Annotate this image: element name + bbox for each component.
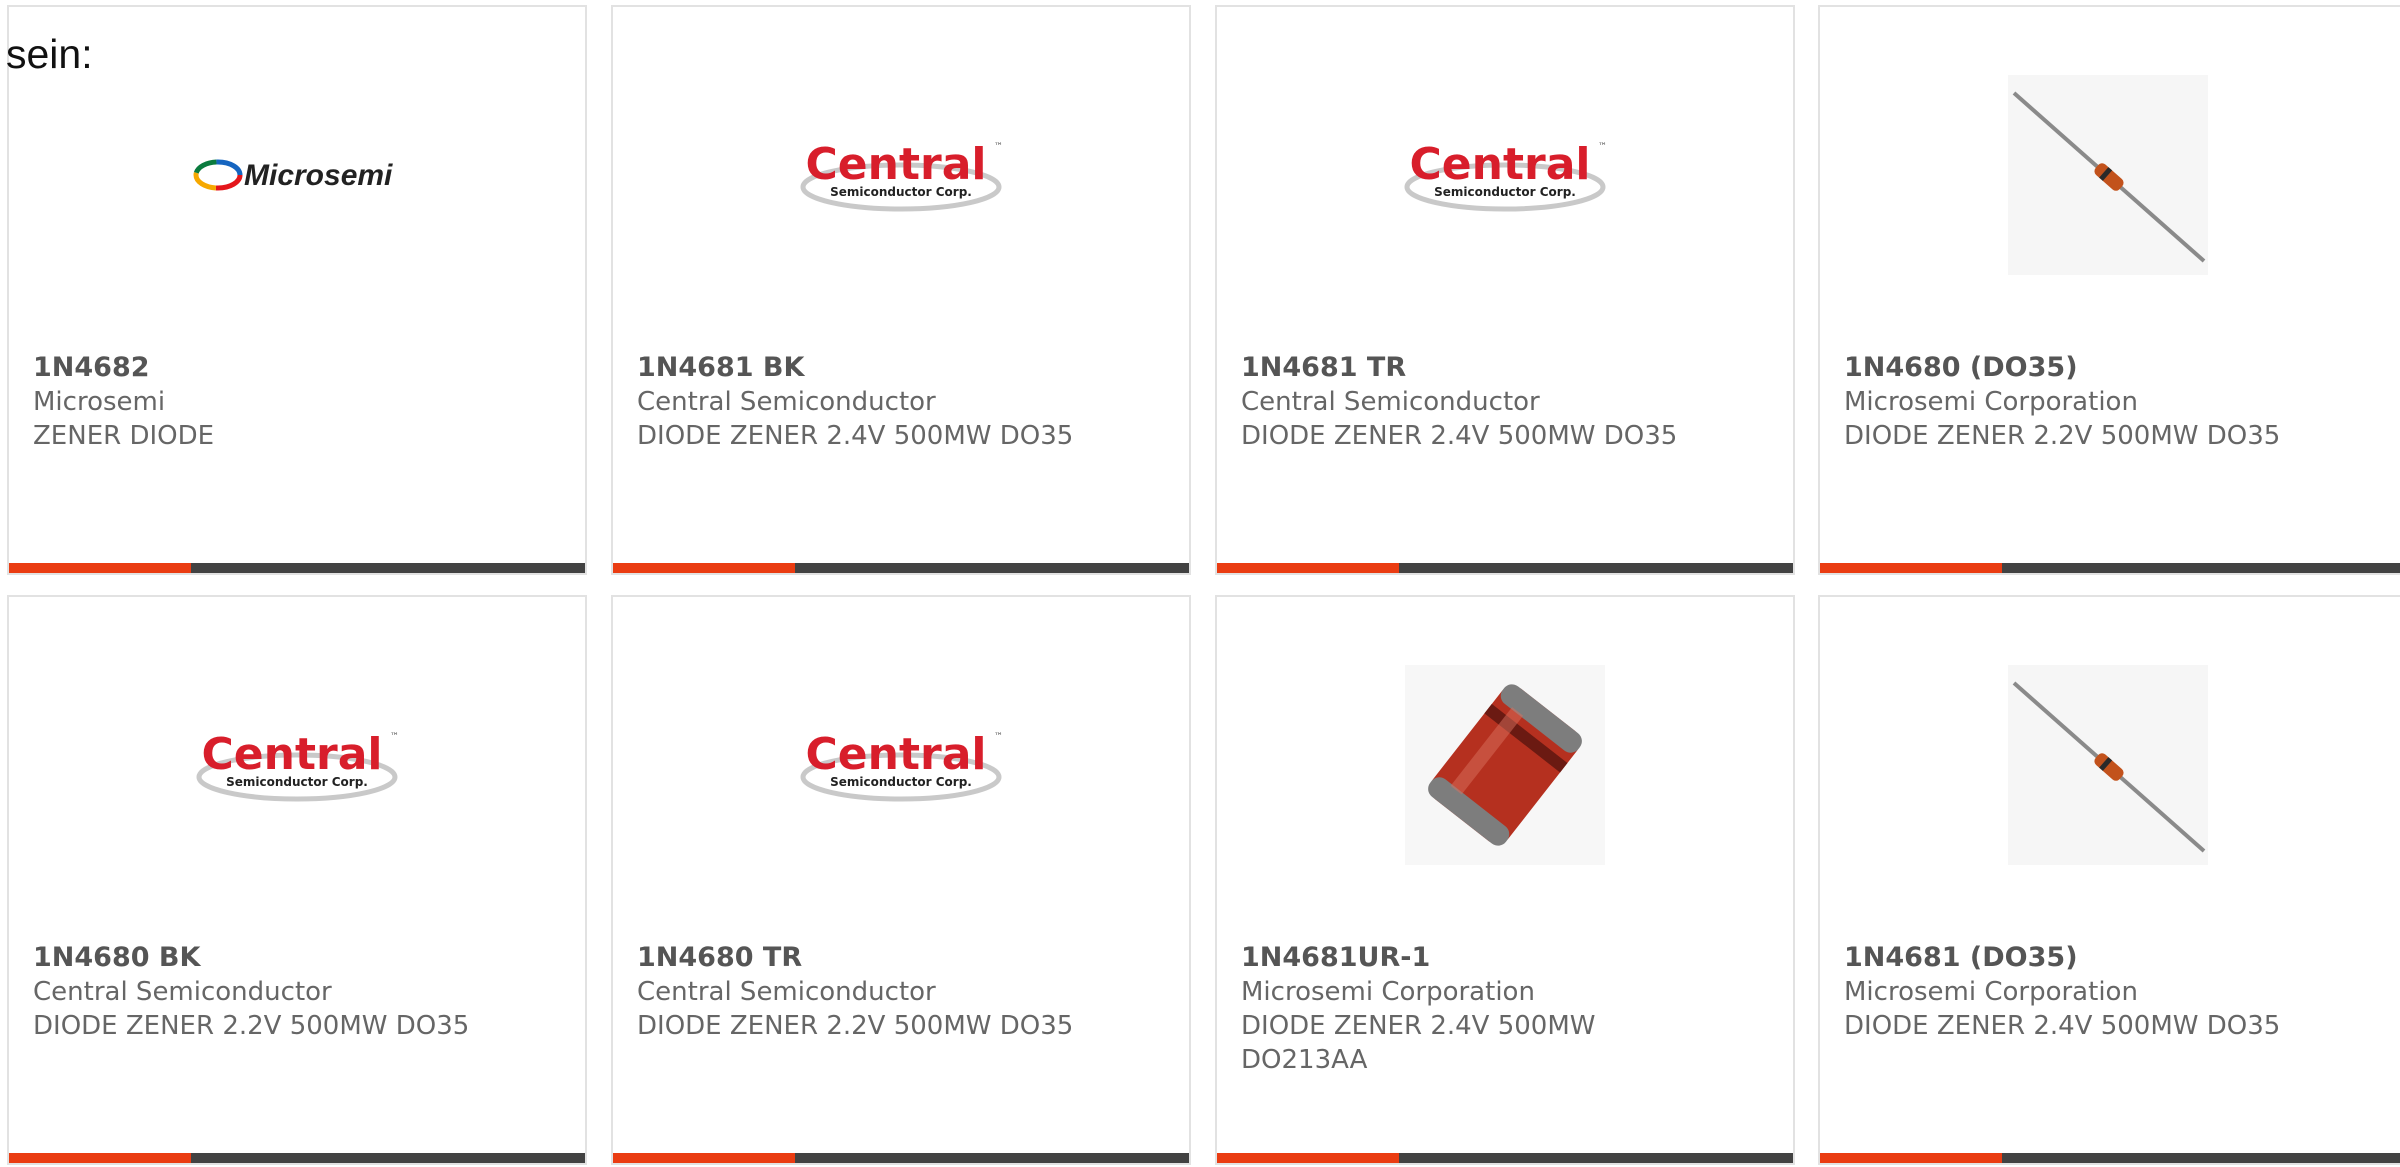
microsemi-logo-text: Microsemi <box>244 159 393 192</box>
manufacturer: Microsemi <box>33 387 166 417</box>
svg-text:Semiconductor Corp.: Semiconductor Corp. <box>830 185 972 199</box>
manufacturer: Central Semiconductor <box>637 387 936 417</box>
manufacturer: Microsemi Corporation <box>1844 387 2138 417</box>
svg-text:Central: Central <box>806 729 987 780</box>
svg-text:Semiconductor Corp.: Semiconductor Corp. <box>1434 185 1576 199</box>
product-card[interactable]: Microsemi 1N4682 Microsemi ZENER DIODE <box>7 5 587 575</box>
product-card[interactable]: 1N4681 (DO35) Microsemi Corporation DIOD… <box>1818 595 2400 1165</box>
product-card[interactable]: Central ™ Semiconductor Corp. 1N4680 BK … <box>7 595 587 1165</box>
card-bottom-accent <box>1820 1153 2002 1163</box>
part-number[interactable]: 1N4680 (DO35) <box>1844 350 2396 385</box>
manufacturer: Central Semiconductor <box>33 977 332 1007</box>
manufacturer: Microsemi Corporation <box>1241 977 1535 1007</box>
product-card[interactable]: Central ™ Semiconductor Corp. 1N4681 BK … <box>611 5 1191 575</box>
central-semiconductor-logo: Central ™ Semiconductor Corp. <box>1217 65 1793 285</box>
product-card[interactable]: 1N4681UR-1 Microsemi Corporation DIODE Z… <box>1215 595 1795 1165</box>
microsemi-logo: Microsemi <box>9 65 585 285</box>
card-bottom-accent <box>1217 1153 1399 1163</box>
part-number[interactable]: 1N4681 TR <box>1241 350 1773 385</box>
svg-text:™: ™ <box>1598 142 1607 152</box>
svg-text:Central: Central <box>1410 139 1591 190</box>
svg-text:Central: Central <box>806 139 987 190</box>
central-semiconductor-logo: Central ™ Semiconductor Corp. <box>613 65 1189 285</box>
manufacturer: Central Semiconductor <box>1241 387 1540 417</box>
description: DIODE ZENER 2.4V 500MW DO35 <box>1241 421 1678 451</box>
card-bottom-accent <box>613 1153 795 1163</box>
product-card[interactable]: Central ™ Semiconductor Corp. 1N4680 TR … <box>611 595 1191 1165</box>
description: DIODE ZENER 2.4V 500MW DO35 <box>1844 1011 2281 1041</box>
description: DIODE ZENER 2.2V 500MW DO35 <box>1844 421 2281 451</box>
axial-diode-photo <box>1820 65 2396 285</box>
description: DIODE ZENER 2.2V 500MW DO35 <box>637 1011 1074 1041</box>
description: DIODE ZENER 2.4V 500MW DO213AA <box>1241 1011 1596 1075</box>
melf-diode-photo <box>1217 655 1793 875</box>
card-bottom-accent <box>9 1153 191 1163</box>
manufacturer: Microsemi Corporation <box>1844 977 2138 1007</box>
product-card[interactable]: 1N4680 (DO35) Microsemi Corporation DIOD… <box>1818 5 2400 575</box>
part-number[interactable]: 1N4681 (DO35) <box>1844 940 2396 975</box>
part-number[interactable]: 1N4682 <box>33 350 565 385</box>
card-bottom-accent <box>613 563 795 573</box>
central-semiconductor-logo: Central ™ Semiconductor Corp. <box>9 655 585 875</box>
description: DIODE ZENER 2.2V 500MW DO35 <box>33 1011 470 1041</box>
card-bottom-accent <box>1820 563 2002 573</box>
manufacturer: Central Semiconductor <box>637 977 936 1007</box>
card-bottom-accent <box>9 563 191 573</box>
svg-text:™: ™ <box>994 142 1003 152</box>
product-grid: Microsemi 1N4682 Microsemi ZENER DIODE C… <box>0 0 2400 1167</box>
part-number[interactable]: 1N4680 TR <box>637 940 1169 975</box>
central-semiconductor-logo: Central ™ Semiconductor Corp. <box>613 655 1189 875</box>
svg-text:Central: Central <box>202 729 383 780</box>
product-card[interactable]: Central ™ Semiconductor Corp. 1N4681 TR … <box>1215 5 1795 575</box>
description: DIODE ZENER 2.4V 500MW DO35 <box>637 421 1074 451</box>
description: ZENER DIODE <box>33 421 215 451</box>
part-number[interactable]: 1N4681UR-1 <box>1241 940 1623 975</box>
svg-text:Semiconductor Corp.: Semiconductor Corp. <box>830 775 972 789</box>
page-label: sein: <box>6 31 93 77</box>
axial-diode-photo <box>1820 655 2396 875</box>
svg-text:Semiconductor Corp.: Semiconductor Corp. <box>226 775 368 789</box>
card-bottom-accent <box>1217 563 1399 573</box>
part-number[interactable]: 1N4681 BK <box>637 350 1169 385</box>
part-number[interactable]: 1N4680 BK <box>33 940 565 975</box>
svg-text:™: ™ <box>994 732 1003 742</box>
svg-text:™: ™ <box>390 732 399 742</box>
